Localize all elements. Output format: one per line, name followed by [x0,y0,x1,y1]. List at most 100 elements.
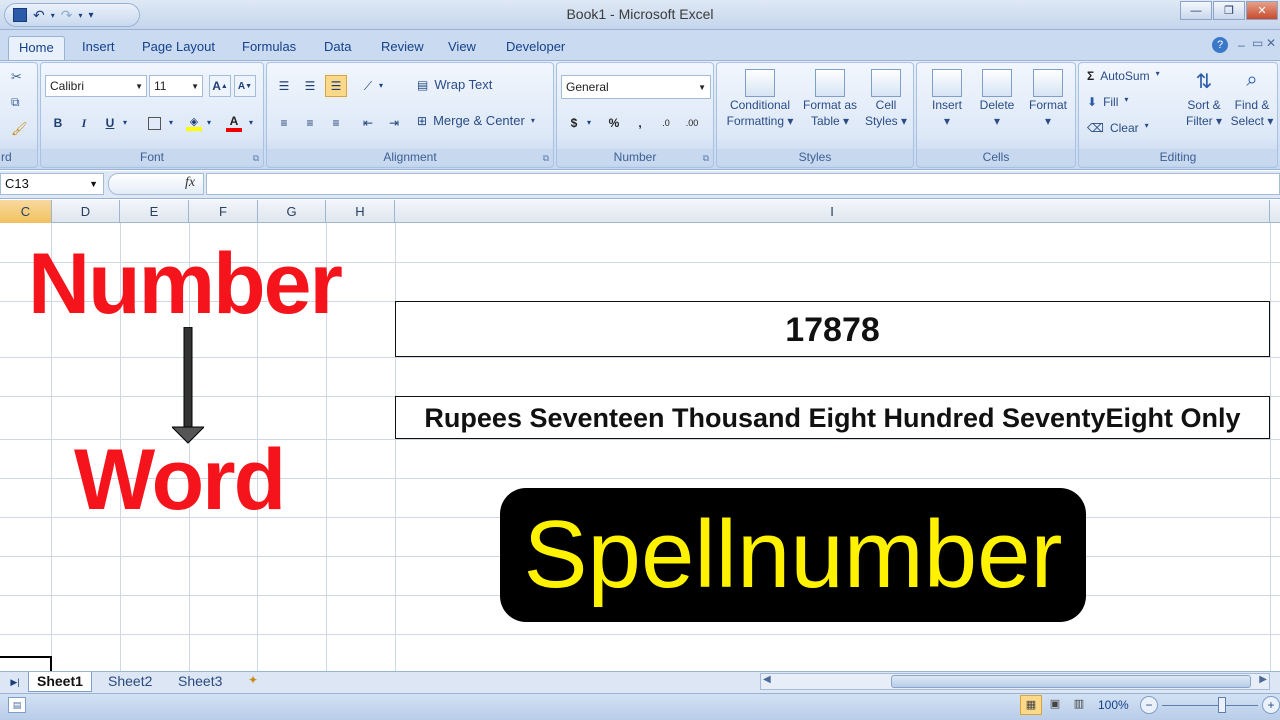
column-header-d[interactable]: D [52,200,120,223]
ribbon-close-icon[interactable]: ✕ [1266,36,1276,50]
insert-function-button[interactable]: fx [185,175,195,191]
ribbon-minimize-icon[interactable]: – [1238,38,1245,52]
copy-icon[interactable]: ⧉ [11,95,20,110]
font-size-select[interactable]: 11 ▼ [149,75,203,97]
format-cells-button[interactable]: Format ▾ [1023,69,1073,129]
delete-cells-button[interactable]: Delete ▾ [973,69,1021,129]
borders-button[interactable] [143,112,165,134]
formula-input[interactable] [206,173,1280,195]
sort-filter-button[interactable]: ⇅ Sort & Filter ▾ [1181,69,1227,129]
insert-cells-button[interactable]: Insert ▾ [923,69,971,129]
sheet-tab-sheet3[interactable]: Sheet3 [170,672,230,692]
shrink-font-button[interactable]: A ▼ [234,75,256,97]
minimize-button[interactable]: — [1180,1,1212,20]
eraser-icon: ⌫ [1087,121,1104,135]
chevron-down-icon[interactable]: ▼ [89,174,98,194]
column-header-g[interactable]: G [258,200,326,223]
zoom-out-button[interactable]: − [1140,696,1158,714]
insert-sheet-icon[interactable]: ✦ [242,673,264,691]
chevron-down-icon[interactable]: ▾ [169,118,173,127]
scroll-thumb[interactable] [891,675,1251,688]
alignment-group-label: Alignment [267,149,553,165]
zoom-slider-track[interactable] [1162,705,1258,706]
column-header-f[interactable]: F [189,200,258,223]
dialog-launcher-icon[interactable]: ⧉ [703,153,709,164]
sheet-tab-sheet1[interactable]: Sheet1 [28,672,92,692]
help-icon[interactable]: ? [1212,37,1228,53]
fill-color-button[interactable]: ◈ [183,112,205,134]
cut-icon[interactable]: ✂ [11,69,22,85]
format-as-table-button[interactable]: Format as Table ▾ [799,69,861,129]
number-format-select[interactable]: General ▼ [561,75,711,99]
page-layout-view-button[interactable]: ▣ [1044,695,1066,715]
scroll-right-icon[interactable]: ▶ [1259,674,1267,685]
decrease-indent-button[interactable]: ⇤ [357,112,379,134]
align-center-button[interactable]: ≡ [299,112,321,134]
name-box[interactable]: C13 ▼ [0,173,104,195]
bold-button[interactable]: B [47,112,69,134]
zoom-slider-thumb[interactable] [1218,697,1226,713]
tab-review[interactable]: Review [371,36,434,60]
clear-button[interactable]: ⌫ Clear ▾ [1087,121,1149,135]
tab-data[interactable]: Data [314,36,361,60]
column-header-h[interactable]: H [326,200,395,223]
chevron-down-icon[interactable]: ▾ [379,81,383,90]
comma-button[interactable]: , [629,112,651,134]
border-icon [147,116,161,130]
underline-button[interactable]: U [99,112,121,134]
last-sheet-nav-icon[interactable]: ▶| [4,674,26,690]
chevron-down-icon[interactable]: ▾ [587,118,591,127]
column-header-c[interactable]: C [0,200,52,223]
macro-record-icon[interactable]: ▤ [8,697,26,713]
tab-home[interactable]: Home [8,36,65,60]
tab-formulas[interactable]: Formulas [232,36,306,60]
chevron-down-icon[interactable]: ▾ [249,118,253,127]
cell-styles-button[interactable]: Cell Styles ▾ [863,69,909,129]
merge-center-button[interactable]: ⊞ Merge & Center ▾ [417,113,535,128]
dialog-launcher-icon[interactable]: ⧉ [543,153,549,164]
conditional-formatting-button[interactable]: Conditional Formatting ▾ [725,69,795,129]
column-header-e[interactable]: E [120,200,189,223]
sheet-tab-sheet2[interactable]: Sheet2 [100,672,160,692]
ribbon-restore-icon[interactable]: ▭ [1252,36,1263,50]
percent-button[interactable]: % [603,112,625,134]
orientation-button[interactable]: ⟋ [357,75,379,97]
align-left-button[interactable]: ≡ [273,112,295,134]
find-select-button[interactable]: ⌕ Find & Select ▾ [1229,69,1275,129]
align-top-button[interactable]: ☰ [273,75,295,97]
increase-indent-button[interactable]: ⇥ [383,112,405,134]
decrease-decimal-button[interactable]: .00 [681,112,703,134]
format-painter-icon[interactable]: 🖌 [11,121,28,137]
tab-developer[interactable]: Developer [496,36,575,60]
font-color-button[interactable]: A [223,112,245,134]
restore-button[interactable]: ❐ [1213,1,1245,20]
align-right-button[interactable]: ≡ [325,112,347,134]
fill-button[interactable]: ⬇ Fill ▾ [1087,95,1128,109]
normal-view-button[interactable]: ▦ [1020,695,1042,715]
words-cell[interactable]: Rupees Seventeen Thousand Eight Hundred … [395,396,1270,439]
scroll-left-icon[interactable]: ◀ [763,674,771,685]
close-button[interactable]: ✕ [1246,1,1278,20]
currency-button[interactable]: $ [563,112,585,134]
page-break-view-button[interactable]: ▥ [1068,695,1090,715]
autosum-button[interactable]: Σ AutoSum ▾ [1087,69,1160,83]
grow-font-button[interactable]: A ▲ [209,75,231,97]
tab-page-layout[interactable]: Page Layout [132,36,225,60]
wrap-text-button[interactable]: ▤ Wrap Text [417,77,492,92]
font-name-select[interactable]: Calibri ▼ [45,75,147,97]
increase-decimal-button[interactable]: .0 [655,112,677,134]
align-middle-button[interactable]: ☰ [299,75,321,97]
zoom-level[interactable]: 100% [1098,698,1129,712]
chevron-down-icon[interactable]: ▾ [207,118,211,127]
column-header-i[interactable]: I [395,200,1270,223]
tab-view[interactable]: View [438,36,486,60]
zoom-in-button[interactable]: + [1262,696,1280,714]
tab-insert[interactable]: Insert [72,36,125,60]
find-select-label-2: Select [1230,114,1264,128]
dialog-launcher-icon[interactable]: ⧉ [253,153,259,164]
number-cell[interactable]: 17878 [395,301,1270,357]
italic-button[interactable]: I [73,112,95,134]
chevron-down-icon[interactable]: ▾ [123,118,127,127]
align-bottom-button[interactable]: ☰ [325,75,347,97]
horizontal-scrollbar[interactable]: ◀ ▶ [760,673,1270,690]
